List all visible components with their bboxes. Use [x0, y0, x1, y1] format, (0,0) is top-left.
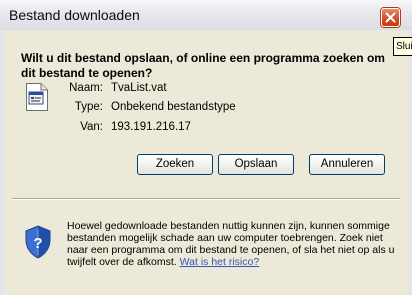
source-value: 193.191.216.17 [111, 121, 191, 133]
title-bar[interactable]: Bestand downloaden [0, 0, 412, 31]
source-label: Van: [80, 121, 103, 133]
close-button[interactable] [381, 8, 400, 27]
separator [12, 198, 400, 200]
type-value: Onbekend bestandstype [111, 101, 236, 113]
svg-text:?: ? [33, 235, 42, 252]
download-dialog: Bestand downloaden Wilt u dit bestand op… [0, 0, 412, 295]
close-icon [385, 12, 396, 23]
search-button[interactable]: Zoeken [137, 154, 213, 175]
name-value: TvaList.vat [111, 82, 167, 94]
save-button[interactable]: Opslaan [218, 154, 294, 175]
security-shield-icon: ? [25, 225, 51, 259]
type-label: Type: [74, 101, 103, 113]
name-label: Naam: [69, 82, 103, 94]
dialog-body: Wilt u dit bestand opslaan, of online ee… [4, 30, 408, 295]
risk-link[interactable]: Wat is het risico? [180, 256, 260, 268]
security-warning: Hoewel gedownloade bestanden nuttig kunn… [67, 220, 397, 268]
window-frame-right [408, 30, 412, 295]
cancel-button[interactable]: Annuleren [309, 154, 385, 175]
close-tooltip: Slui [393, 37, 412, 56]
dialog-question: Wilt u dit bestand opslaan, of online ee… [21, 51, 385, 80]
window-title: Bestand downloaden [9, 7, 140, 23]
